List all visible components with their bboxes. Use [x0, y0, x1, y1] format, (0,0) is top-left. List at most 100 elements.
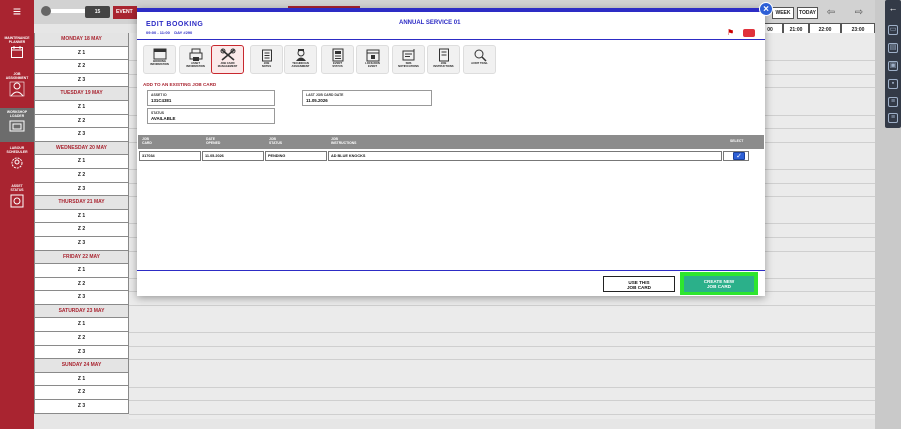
tab-booking-information[interactable]: BOOKING INFORMATION [143, 45, 176, 74]
tab-asset-information[interactable]: ASSET INFORMATION [179, 45, 212, 74]
printer-icon[interactable]: ▣ [888, 61, 898, 71]
sidebar-item-workshop-loader[interactable]: WORKSHOP LOADER [0, 108, 34, 142]
calendar-icon [11, 46, 23, 58]
tab-event-status[interactable]: EVENT STATUS [321, 45, 354, 74]
arrow-right-icon[interactable]: ⇨ [853, 7, 865, 19]
tab-label: LOCK/JOIN EVENT [365, 62, 380, 68]
tab-job-card-management[interactable]: JOB CARD MANAGEMENT [211, 45, 244, 74]
slider-knob[interactable] [41, 6, 51, 16]
last-job-card-date-value: 11.05.2026 [306, 98, 328, 103]
zone-row-label: Z 1 [34, 264, 129, 278]
sidebar-item-label: ASSET STATUS [10, 184, 24, 192]
zone-row-label: Z 3 [34, 345, 129, 360]
truck-icon[interactable]: ▪ [888, 79, 898, 89]
tab-label: JOB INSTRUCTIONS [433, 62, 454, 68]
zone-row-label: Z 3 [34, 128, 129, 142]
grid-line [129, 386, 875, 388]
column-header: SELECT [730, 139, 744, 143]
tab-label: JOB NOTES [261, 62, 272, 68]
status-field: STATUS AVAILABLE [147, 108, 275, 124]
list-icon[interactable]: ≡ [888, 113, 898, 123]
zone-row-label: Z 1 [34, 46, 129, 61]
grid-line [129, 359, 875, 361]
service-name: ANNUAL SERVICE 01 [399, 20, 461, 26]
grid-line [129, 305, 875, 306]
asset-id-value: 131C4381 [151, 98, 172, 103]
zone-row-label: Z 3 [34, 182, 129, 197]
week-button[interactable]: WEEK [772, 7, 794, 19]
tab-audit-trail[interactable]: AUDIT TRAIL [463, 45, 496, 74]
day-header: WEDNESDAY 20 MAY [34, 141, 129, 156]
status-label: STATUS [151, 111, 165, 115]
status-value: AVAILABLE [151, 116, 176, 121]
day-column: MONDAY 18 MAY Z 1Z 2Z 3 TUESDAY 19 MAY Z 1Z… [34, 33, 129, 414]
zone-row-label: Z 1 [34, 155, 129, 169]
tab-job-instructions[interactable]: JOB INSTRUCTIONS [427, 45, 460, 74]
sidebar-item-asset-status[interactable]: ASSET STATUS [0, 184, 34, 218]
job-status-cell: PENDING [265, 151, 327, 161]
column-header: JOB STATUS [269, 137, 283, 145]
zone-row-label: Z 1 [34, 318, 129, 333]
modal-subtitle: 09:00 - 11:00 DAY #290 [146, 30, 193, 35]
zone-row-label: Z 3 [34, 400, 129, 414]
tab-lock-join-event[interactable]: LOCK/JOIN EVENT [356, 45, 389, 74]
right-toolbar: ← ▭ ▤ ▣ ▪ ≡ ≡ [885, 0, 901, 128]
close-icon[interactable]: × [759, 2, 773, 16]
status-icon [332, 48, 343, 62]
sidebar-item-labour-scheduler[interactable]: LABOUR SCHEDULER [0, 146, 34, 180]
sidebar-item-maintenance-planner[interactable]: MAINTENANCE PLANNER [0, 36, 34, 68]
grid-line [129, 400, 875, 402]
sidebar-item-label: LABOUR SCHEDULER [6, 146, 28, 154]
tab-label: TECHNICIAN ASSIGNMENT [291, 62, 310, 68]
back-arrow-icon[interactable]: ← [888, 4, 898, 14]
event-button[interactable]: EVENT T [113, 6, 137, 19]
tab-sms-notifications[interactable]: SMS NOTIFICATIONS [392, 45, 425, 74]
status-color-button[interactable] [743, 29, 755, 37]
grid-line [129, 413, 875, 415]
edit-booking-modal: EDIT BOOKING 09:00 - 11:00 DAY #290 ANNU… [137, 2, 773, 296]
zone-row-label: Z 1 [34, 100, 129, 115]
sidebar-item-job-assignment[interactable]: JOB ASSIGNMENT [0, 72, 34, 106]
date-opened-cell: 11.05.2026 [202, 151, 264, 161]
arrow-left-icon[interactable]: ⇦ [825, 7, 837, 19]
instructions-icon [438, 48, 449, 62]
zone-row-label: Z 1 [34, 209, 129, 224]
column-header: JOB CARD [142, 137, 152, 145]
gear-person-icon [11, 157, 23, 169]
zone-row-label: Z 1 [34, 372, 129, 387]
zone-row-label: Z 2 [34, 386, 129, 401]
asset-id-label: ASSET ID [151, 93, 167, 97]
document-icon[interactable]: ▤ [888, 43, 898, 53]
day-header: SUNDAY 24 MAY [34, 359, 129, 373]
sms-icon [402, 49, 414, 61]
add-to-existing-label: ADD TO AN EXISTING JOB CARD [143, 82, 217, 87]
modal-header: EDIT BOOKING 09:00 - 11:00 DAY #290 ANNU… [137, 8, 765, 40]
tab-label: ASSET INFORMATION [186, 62, 205, 68]
left-sidebar: ≡ MAINTENANCE PLANNER JOB ASSIGNMENT WOR… [0, 0, 34, 429]
monitor-icon[interactable]: ▭ [888, 25, 898, 35]
printer-icon [189, 48, 202, 61]
person-icon [9, 81, 25, 97]
job-instructions-cell: AD BLUE KNOCKS [328, 151, 722, 161]
tab-label: BOOKING INFORMATION [150, 60, 169, 66]
use-this-job-card-button[interactable]: USE THIS JOB CARD [603, 276, 675, 292]
select-checkbox[interactable]: ✓ [733, 152, 745, 160]
hamburger-icon[interactable]: ≡ [0, 0, 34, 22]
clipboard-icon [261, 49, 272, 62]
calendar-icon [153, 48, 166, 60]
technician-icon [295, 49, 306, 61]
list-icon[interactable]: ≡ [888, 97, 898, 107]
day-header: FRIDAY 22 MAY [34, 250, 129, 265]
create-new-job-card-button[interactable]: CREATE NEW JOB CARD [684, 276, 754, 292]
flag-icon[interactable]: ⚑ [727, 28, 734, 37]
zone-row-label: Z 3 [34, 236, 129, 251]
last-job-card-date-field: LAST JOB CARD DATE 11.05.2026 [302, 90, 432, 106]
tab-label: SMS NOTIFICATIONS [398, 62, 419, 68]
tab-job-notes[interactable]: JOB NOTES [250, 45, 283, 74]
day-header: THURSDAY 21 MAY [34, 196, 129, 210]
job-card-cell: 317034 [139, 151, 201, 161]
column-header: JOB INSTRUCTIONS [331, 137, 357, 145]
tab-technician-assignment[interactable]: TECHNICIAN ASSIGNMENT [284, 45, 317, 74]
today-button[interactable]: TODAY [797, 7, 818, 19]
audit-icon [474, 49, 487, 62]
